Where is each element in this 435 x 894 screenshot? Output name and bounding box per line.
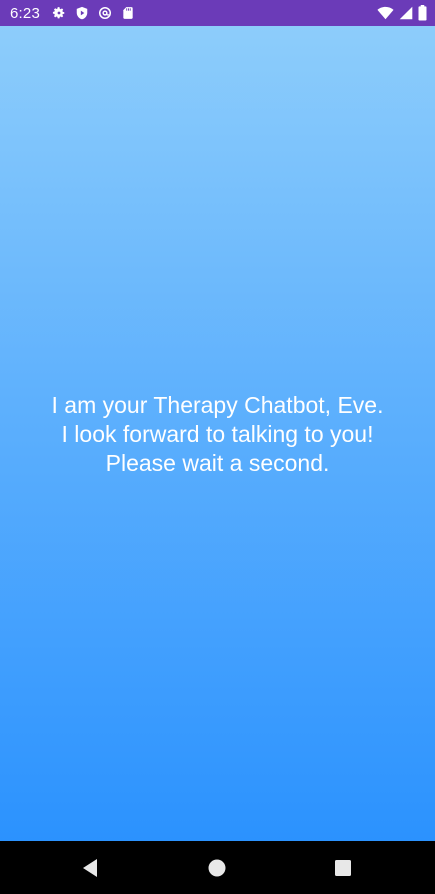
back-icon[interactable] (79, 856, 103, 880)
navigation-bar (0, 841, 435, 894)
gear-icon (52, 7, 65, 19)
status-system-icons (377, 5, 427, 21)
wifi-icon (377, 6, 394, 20)
app-screen: 6:23 I am your Therapy Chatbot, Eve. I l… (0, 0, 435, 894)
battery-icon (418, 5, 427, 21)
home-icon[interactable] (205, 856, 229, 880)
status-bar: 6:23 (0, 0, 435, 26)
status-notification-icons (52, 6, 135, 20)
signal-icon (399, 6, 413, 20)
sd-card-icon (123, 7, 133, 19)
recents-icon[interactable] (331, 856, 355, 880)
shield-play-icon (76, 6, 88, 20)
welcome-message: I am your Therapy Chatbot, Eve. I look f… (51, 392, 384, 476)
at-sign-icon (98, 6, 112, 20)
splash-content: I am your Therapy Chatbot, Eve. I look f… (0, 26, 435, 841)
status-time: 6:23 (10, 4, 40, 22)
